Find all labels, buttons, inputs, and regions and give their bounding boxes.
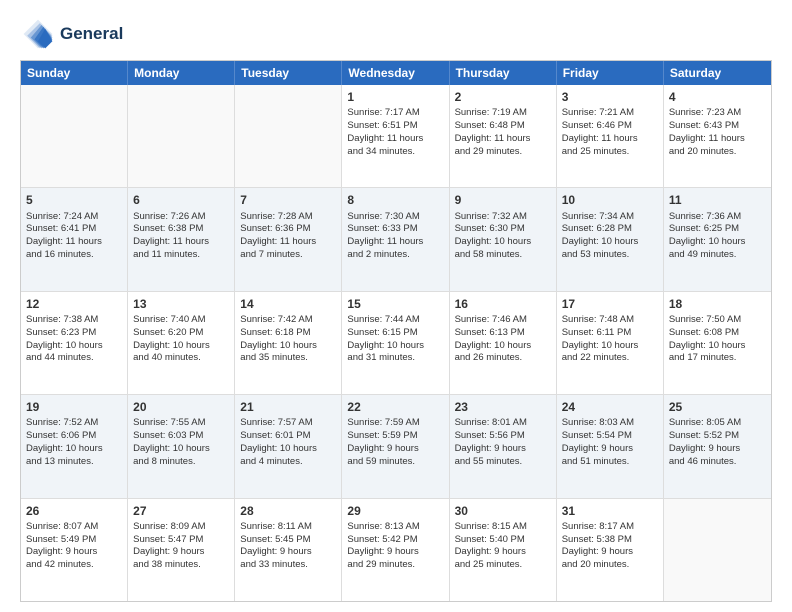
header: General xyxy=(20,16,772,52)
day-number: 7 xyxy=(240,192,336,208)
logo-text: General xyxy=(60,25,123,44)
day-number: 19 xyxy=(26,399,122,415)
day-number: 29 xyxy=(347,503,443,519)
calendar-week-row: 26Sunrise: 8:07 AMSunset: 5:49 PMDayligh… xyxy=(21,498,771,601)
calendar-body: 1Sunrise: 7:17 AMSunset: 6:51 PMDaylight… xyxy=(21,85,771,601)
day-number: 23 xyxy=(455,399,551,415)
day-number: 14 xyxy=(240,296,336,312)
day-header: Saturday xyxy=(664,61,771,85)
table-row: 18Sunrise: 7:50 AMSunset: 6:08 PMDayligh… xyxy=(664,292,771,394)
table-row: 19Sunrise: 7:52 AMSunset: 6:06 PMDayligh… xyxy=(21,395,128,497)
table-row: 1Sunrise: 7:17 AMSunset: 6:51 PMDaylight… xyxy=(342,85,449,187)
day-number: 17 xyxy=(562,296,658,312)
day-header: Tuesday xyxy=(235,61,342,85)
table-row: 23Sunrise: 8:01 AMSunset: 5:56 PMDayligh… xyxy=(450,395,557,497)
day-header: Sunday xyxy=(21,61,128,85)
table-row: 15Sunrise: 7:44 AMSunset: 6:15 PMDayligh… xyxy=(342,292,449,394)
calendar: SundayMondayTuesdayWednesdayThursdayFrid… xyxy=(20,60,772,602)
calendar-header: SundayMondayTuesdayWednesdayThursdayFrid… xyxy=(21,61,771,85)
day-header: Monday xyxy=(128,61,235,85)
day-number: 30 xyxy=(455,503,551,519)
day-number: 4 xyxy=(669,89,766,105)
day-number: 11 xyxy=(669,192,766,208)
table-row: 7Sunrise: 7:28 AMSunset: 6:36 PMDaylight… xyxy=(235,188,342,290)
day-number: 5 xyxy=(26,192,122,208)
day-number: 9 xyxy=(455,192,551,208)
calendar-week-row: 5Sunrise: 7:24 AMSunset: 6:41 PMDaylight… xyxy=(21,187,771,290)
table-row: 4Sunrise: 7:23 AMSunset: 6:43 PMDaylight… xyxy=(664,85,771,187)
day-number: 20 xyxy=(133,399,229,415)
day-number: 31 xyxy=(562,503,658,519)
table-row: 25Sunrise: 8:05 AMSunset: 5:52 PMDayligh… xyxy=(664,395,771,497)
table-row: 26Sunrise: 8:07 AMSunset: 5:49 PMDayligh… xyxy=(21,499,128,601)
table-row: 2Sunrise: 7:19 AMSunset: 6:48 PMDaylight… xyxy=(450,85,557,187)
table-row: 17Sunrise: 7:48 AMSunset: 6:11 PMDayligh… xyxy=(557,292,664,394)
day-number: 6 xyxy=(133,192,229,208)
table-row xyxy=(21,85,128,187)
page: General SundayMondayTuesdayWednesdayThur… xyxy=(0,0,792,612)
day-number: 27 xyxy=(133,503,229,519)
table-row: 30Sunrise: 8:15 AMSunset: 5:40 PMDayligh… xyxy=(450,499,557,601)
logo: General xyxy=(20,16,123,52)
table-row: 14Sunrise: 7:42 AMSunset: 6:18 PMDayligh… xyxy=(235,292,342,394)
day-number: 21 xyxy=(240,399,336,415)
day-header: Thursday xyxy=(450,61,557,85)
day-number: 22 xyxy=(347,399,443,415)
day-number: 25 xyxy=(669,399,766,415)
table-row: 13Sunrise: 7:40 AMSunset: 6:20 PMDayligh… xyxy=(128,292,235,394)
table-row: 28Sunrise: 8:11 AMSunset: 5:45 PMDayligh… xyxy=(235,499,342,601)
table-row: 11Sunrise: 7:36 AMSunset: 6:25 PMDayligh… xyxy=(664,188,771,290)
table-row xyxy=(664,499,771,601)
table-row: 8Sunrise: 7:30 AMSunset: 6:33 PMDaylight… xyxy=(342,188,449,290)
day-header: Wednesday xyxy=(342,61,449,85)
day-number: 13 xyxy=(133,296,229,312)
day-number: 28 xyxy=(240,503,336,519)
table-row: 24Sunrise: 8:03 AMSunset: 5:54 PMDayligh… xyxy=(557,395,664,497)
day-number: 1 xyxy=(347,89,443,105)
logo-icon xyxy=(20,16,56,52)
day-number: 15 xyxy=(347,296,443,312)
table-row: 22Sunrise: 7:59 AMSunset: 5:59 PMDayligh… xyxy=(342,395,449,497)
table-row xyxy=(235,85,342,187)
day-number: 18 xyxy=(669,296,766,312)
day-header: Friday xyxy=(557,61,664,85)
day-number: 10 xyxy=(562,192,658,208)
table-row: 9Sunrise: 7:32 AMSunset: 6:30 PMDaylight… xyxy=(450,188,557,290)
table-row: 6Sunrise: 7:26 AMSunset: 6:38 PMDaylight… xyxy=(128,188,235,290)
day-number: 3 xyxy=(562,89,658,105)
day-number: 2 xyxy=(455,89,551,105)
day-number: 8 xyxy=(347,192,443,208)
calendar-week-row: 12Sunrise: 7:38 AMSunset: 6:23 PMDayligh… xyxy=(21,291,771,394)
calendar-week-row: 1Sunrise: 7:17 AMSunset: 6:51 PMDaylight… xyxy=(21,85,771,187)
table-row: 31Sunrise: 8:17 AMSunset: 5:38 PMDayligh… xyxy=(557,499,664,601)
day-number: 12 xyxy=(26,296,122,312)
table-row: 16Sunrise: 7:46 AMSunset: 6:13 PMDayligh… xyxy=(450,292,557,394)
table-row xyxy=(128,85,235,187)
day-number: 26 xyxy=(26,503,122,519)
table-row: 3Sunrise: 7:21 AMSunset: 6:46 PMDaylight… xyxy=(557,85,664,187)
table-row: 12Sunrise: 7:38 AMSunset: 6:23 PMDayligh… xyxy=(21,292,128,394)
table-row: 27Sunrise: 8:09 AMSunset: 5:47 PMDayligh… xyxy=(128,499,235,601)
table-row: 29Sunrise: 8:13 AMSunset: 5:42 PMDayligh… xyxy=(342,499,449,601)
table-row: 21Sunrise: 7:57 AMSunset: 6:01 PMDayligh… xyxy=(235,395,342,497)
day-number: 16 xyxy=(455,296,551,312)
day-number: 24 xyxy=(562,399,658,415)
table-row: 20Sunrise: 7:55 AMSunset: 6:03 PMDayligh… xyxy=(128,395,235,497)
table-row: 10Sunrise: 7:34 AMSunset: 6:28 PMDayligh… xyxy=(557,188,664,290)
calendar-week-row: 19Sunrise: 7:52 AMSunset: 6:06 PMDayligh… xyxy=(21,394,771,497)
table-row: 5Sunrise: 7:24 AMSunset: 6:41 PMDaylight… xyxy=(21,188,128,290)
